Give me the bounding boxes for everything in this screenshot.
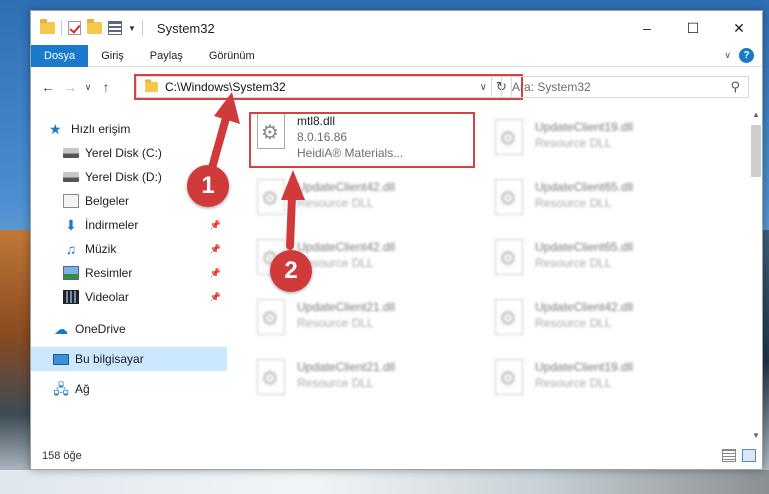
arrow-2 [286, 192, 296, 250]
arrow-2-head [281, 170, 305, 200]
arrow-1 [208, 114, 230, 172]
step-badge-2: 2 [270, 250, 312, 292]
arrow-1-head [214, 92, 240, 124]
annotation-arrows [208, 92, 305, 250]
step-badge-1: 1 [187, 165, 229, 207]
